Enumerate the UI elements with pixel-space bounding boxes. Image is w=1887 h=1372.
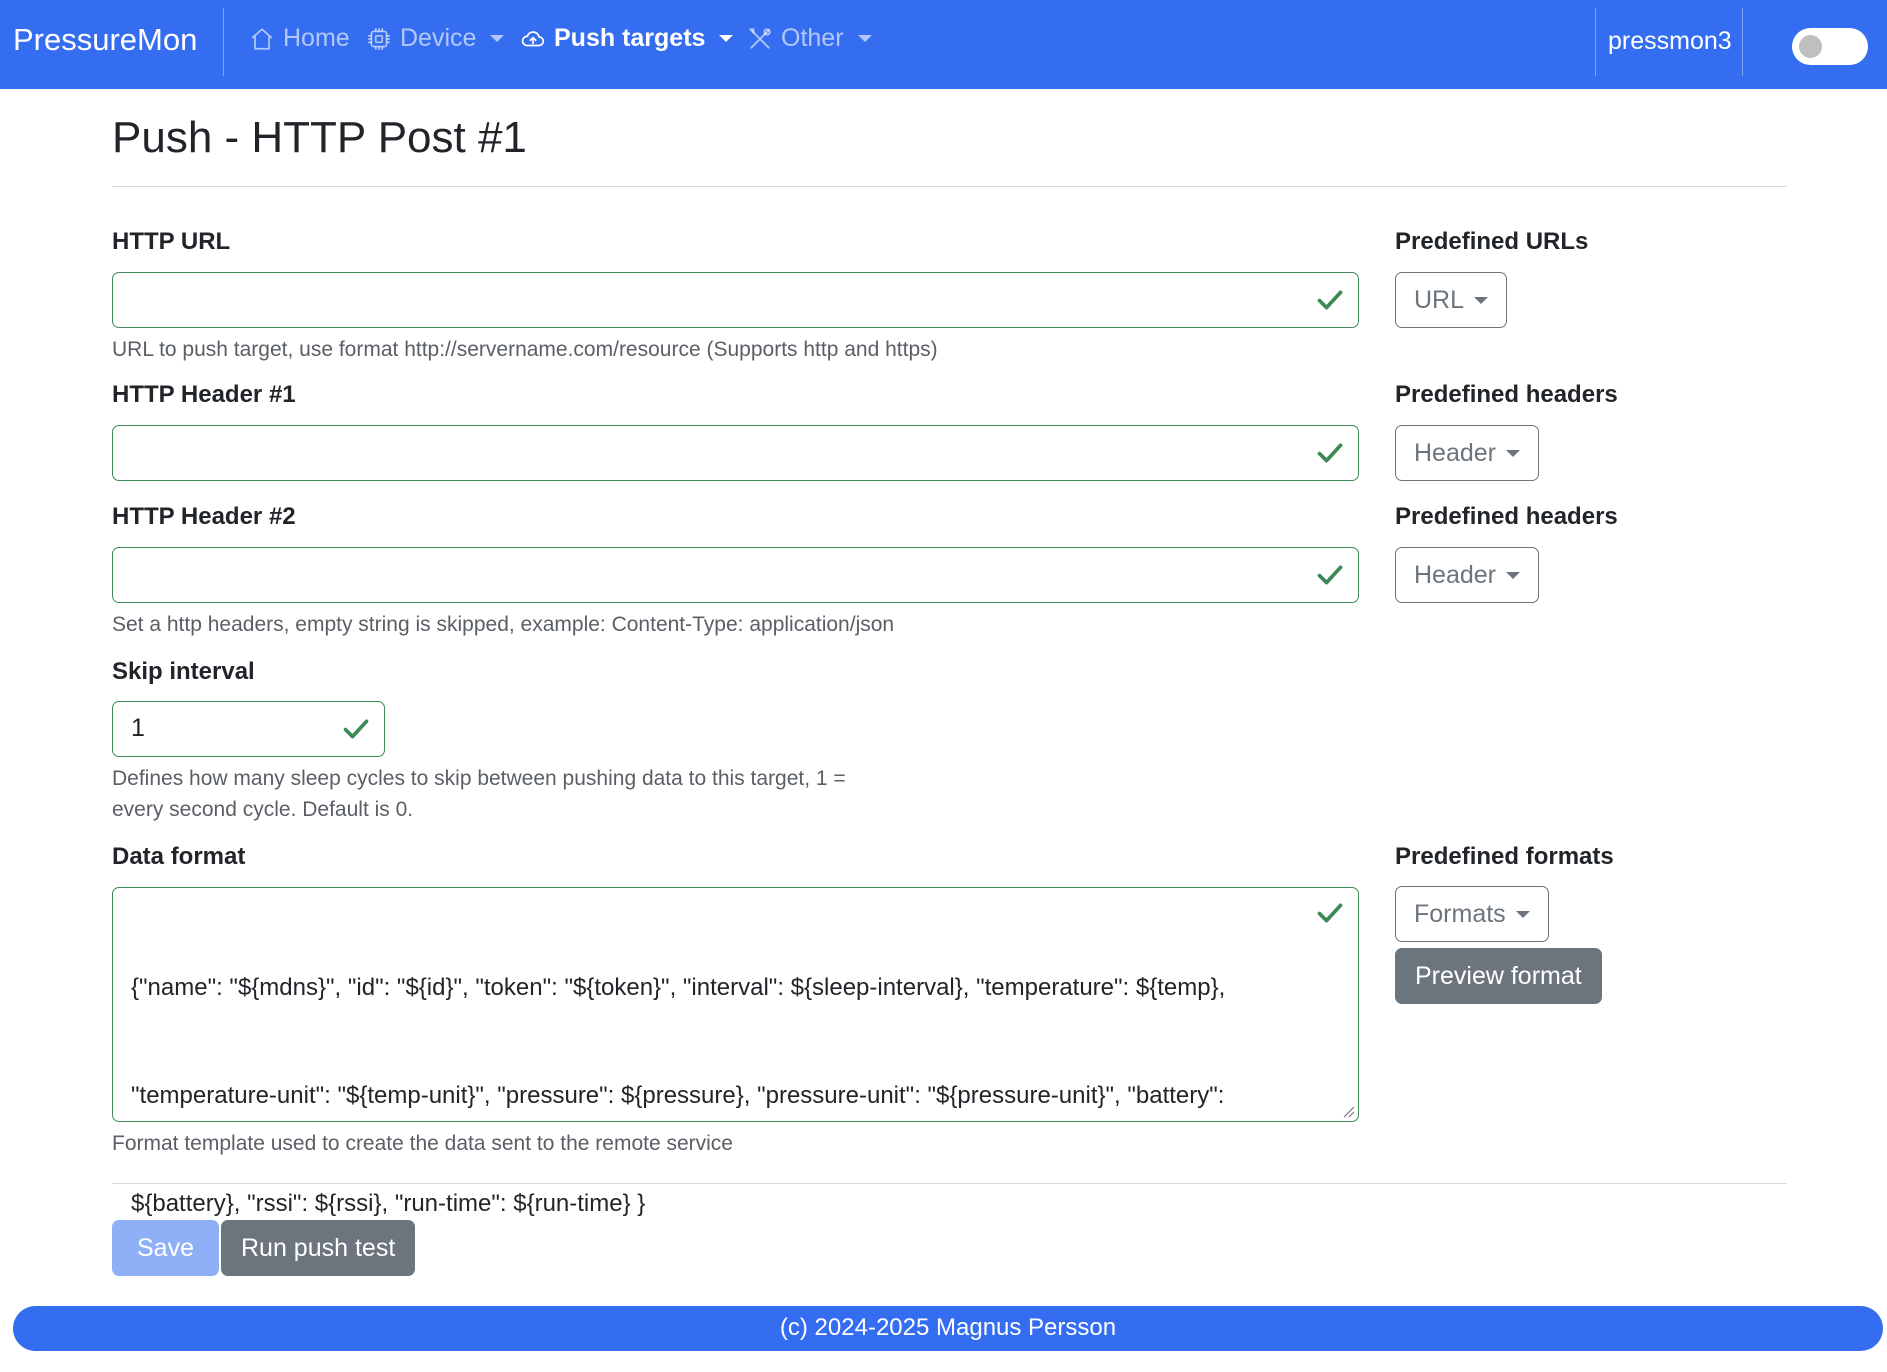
nav-push-targets[interactable]: Push targets xyxy=(520,24,734,53)
footer: (c) 2024-2025 Magnus Persson xyxy=(13,1306,1883,1351)
save-button[interactable]: Save xyxy=(112,1220,219,1276)
chevron-down-icon xyxy=(1506,449,1520,457)
actions-divider xyxy=(112,1183,1787,1184)
data-format-line: "temperature-unit": "${temp-unit}", "pre… xyxy=(131,1082,1225,1109)
http-header2-input[interactable] xyxy=(112,547,1359,603)
predefined-header1-dropdown[interactable]: Header xyxy=(1395,425,1539,481)
nav-home-label: Home xyxy=(283,24,350,52)
cpu-icon xyxy=(368,27,390,50)
skip-interval-help-line1: Defines how many sleep cycles to skip be… xyxy=(112,767,846,790)
predefined-url-dropdown-label: URL xyxy=(1414,285,1465,314)
data-format-help: Format template used to create the data … xyxy=(112,1132,733,1155)
page-title: Push - HTTP Post #1 xyxy=(112,113,527,162)
predefined-header2-dropdown-label: Header xyxy=(1414,560,1496,589)
chevron-down-icon xyxy=(1515,910,1530,918)
nav-other[interactable]: Other xyxy=(747,24,872,53)
valid-check-icon xyxy=(1317,903,1343,923)
predefined-headers1-label: Predefined headers xyxy=(1395,381,1618,408)
predefined-urls-label: Predefined URLs xyxy=(1395,228,1589,255)
title-divider xyxy=(112,186,1787,187)
skip-interval-label: Skip interval xyxy=(112,658,255,685)
theme-toggle-switch[interactable] xyxy=(1792,28,1868,65)
preview-format-button[interactable]: Preview format xyxy=(1395,948,1602,1004)
predefined-header2-dropdown[interactable]: Header xyxy=(1395,547,1539,603)
valid-check-icon xyxy=(1317,290,1343,310)
chevron-down-icon xyxy=(719,35,734,42)
navbar-divider xyxy=(1742,8,1743,76)
navbar: PressureMon Home Device Push targets Oth… xyxy=(0,0,1887,89)
data-format-label: Data format xyxy=(112,843,246,870)
skip-interval-help: Defines how many sleep cycles to skip be… xyxy=(112,763,846,825)
nav-other-label: Other xyxy=(781,24,844,52)
predefined-url-dropdown[interactable]: URL xyxy=(1395,272,1508,328)
resize-handle-icon[interactable] xyxy=(1341,1104,1355,1118)
tools-icon xyxy=(749,27,771,49)
http-header1-label: HTTP Header #1 xyxy=(112,381,296,408)
data-format-line: {"name": "${mdns}", "id": "${id}", "toke… xyxy=(131,974,1226,1001)
http-url-label: HTTP URL xyxy=(112,228,231,255)
predefined-formats-dropdown-label: Formats xyxy=(1414,899,1506,928)
chevron-down-icon xyxy=(857,35,872,42)
brand-logo[interactable]: PressureMon xyxy=(13,22,197,58)
hostname-label: pressmon3 xyxy=(1608,27,1732,55)
predefined-header1-dropdown-label: Header xyxy=(1414,438,1496,467)
data-format-textarea[interactable]: {"name": "${mdns}", "id": "${id}", "toke… xyxy=(112,887,1359,1217)
chevron-down-icon xyxy=(1474,296,1489,304)
run-push-test-button[interactable]: Run push test xyxy=(221,1220,416,1276)
valid-check-icon xyxy=(343,719,369,739)
valid-check-icon xyxy=(1317,443,1343,463)
http-header2-label: HTTP Header #2 xyxy=(112,503,296,530)
predefined-formats-label: Predefined formats xyxy=(1395,843,1614,870)
nav-device[interactable]: Device xyxy=(366,24,505,53)
predefined-formats-dropdown[interactable]: Formats xyxy=(1395,886,1549,942)
http-headers-help: Set a http headers, empty string is skip… xyxy=(112,613,895,636)
valid-check-icon xyxy=(1317,565,1343,585)
data-format-line: ${battery}, "rssi": ${rssi}, "run-time":… xyxy=(131,1190,646,1217)
toggle-knob xyxy=(1799,35,1822,58)
nav-device-label: Device xyxy=(400,24,477,52)
house-icon xyxy=(251,27,273,50)
chevron-down-icon xyxy=(490,35,505,42)
nav-home[interactable]: Home xyxy=(249,24,350,53)
chevron-down-icon xyxy=(1506,571,1520,579)
http-url-input[interactable] xyxy=(112,272,1359,328)
nav-push-targets-label: Push targets xyxy=(554,24,706,52)
navbar-divider xyxy=(1595,8,1596,76)
predefined-headers2-label: Predefined headers xyxy=(1395,503,1618,530)
http-url-help: URL to push target, use format http://se… xyxy=(112,338,938,361)
navbar-divider xyxy=(223,8,224,76)
skip-interval-help-line2: every second cycle. Default is 0. xyxy=(112,798,414,821)
cloud-upload-icon xyxy=(521,30,545,46)
http-header1-input[interactable] xyxy=(112,425,1359,481)
